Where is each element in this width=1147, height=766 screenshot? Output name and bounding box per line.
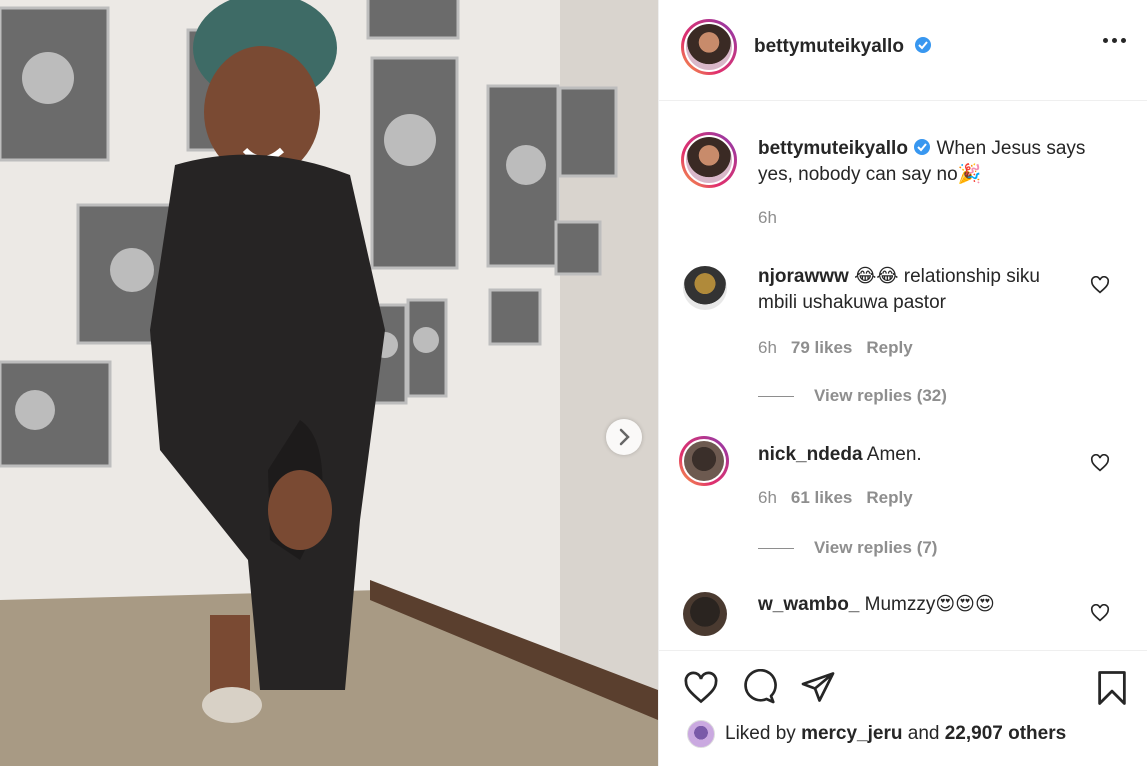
view-replies-button[interactable]: View replies (32) — [758, 386, 947, 406]
comment-body: Mumzzy😍😍😍 — [864, 594, 995, 615]
comment-text: w_wambo_ Mumzzy😍😍😍 — [758, 592, 1058, 618]
caption-avatar[interactable] — [681, 132, 737, 188]
caption-text: bettymuteikyallo When Jesus says yes, no… — [758, 136, 1118, 188]
comment-likes[interactable]: 79 likes — [791, 338, 852, 358]
more-icon — [1103, 38, 1108, 43]
like-comment-button[interactable] — [1090, 275, 1110, 299]
comment-time: 6h — [758, 338, 777, 357]
like-comment-button[interactable] — [1090, 603, 1110, 627]
bookmark-icon — [1098, 671, 1126, 705]
chevron-right-icon — [619, 428, 630, 446]
verified-icon — [914, 139, 931, 155]
liked-by-user[interactable]: mercy_jeru — [801, 723, 902, 744]
heart-icon — [1090, 603, 1110, 622]
view-replies-label: View replies (32) — [814, 386, 947, 405]
photo-illustration — [0, 0, 658, 766]
heart-icon — [1090, 453, 1110, 472]
liked-by-others[interactable]: 22,907 others — [945, 723, 1066, 744]
share-button[interactable] — [800, 669, 836, 710]
divider — [758, 395, 794, 397]
caption-username[interactable]: bettymuteikyallo — [758, 138, 908, 159]
comment-username[interactable]: w_wambo_ — [758, 594, 859, 615]
heart-icon — [684, 671, 718, 704]
heart-icon — [1090, 275, 1110, 294]
divider — [758, 547, 794, 549]
comment-emoji: 😂😂 — [854, 266, 899, 287]
comment-body: Amen. — [866, 444, 922, 465]
comment-avatar[interactable] — [683, 266, 727, 310]
caption-time: 6h — [758, 208, 777, 227]
comments-list: bettymuteikyallo When Jesus says yes, no… — [659, 102, 1147, 650]
liked-by-prefix: Liked by — [725, 723, 796, 744]
comment-meta: 6h 79 likes Reply — [758, 338, 913, 358]
comment-text: nick_ndeda Amen. — [758, 442, 1048, 468]
liked-by-row: Liked by mercy_jeru and 22,907 others — [687, 720, 1066, 748]
post-actions — [659, 650, 1147, 766]
post-sidebar: bettymuteikyallo bettymuteikyallo When J… — [658, 0, 1147, 766]
like-comment-button[interactable] — [1090, 453, 1110, 477]
comment-time: 6h — [758, 488, 777, 507]
comment-meta: 6h 61 likes Reply — [758, 488, 913, 508]
reply-button[interactable]: Reply — [866, 338, 912, 358]
share-icon — [801, 672, 835, 702]
post-header: bettymuteikyallo — [659, 0, 1147, 101]
post-photo — [0, 0, 658, 766]
next-photo-button[interactable] — [606, 419, 642, 455]
verified-icon — [914, 36, 932, 59]
comment-button[interactable] — [741, 668, 777, 710]
comment-icon — [744, 668, 777, 704]
liked-by-avatar[interactable] — [687, 720, 715, 748]
reply-button[interactable]: Reply — [866, 488, 912, 508]
author-avatar[interactable] — [681, 19, 737, 75]
comment-text: njorawww 😂😂 relationship siku mbili usha… — [758, 264, 1048, 316]
view-replies-label: View replies (7) — [814, 538, 938, 557]
save-button[interactable] — [1095, 669, 1129, 712]
caption-emoji: 🎉 — [957, 164, 982, 185]
like-button[interactable] — [683, 671, 719, 710]
liked-by-and: and — [907, 723, 940, 744]
comment-avatar[interactable] — [679, 436, 729, 486]
comment-likes[interactable]: 61 likes — [791, 488, 852, 508]
comment-avatar[interactable] — [683, 592, 727, 636]
author-username[interactable]: bettymuteikyallo — [754, 36, 904, 57]
comment-username[interactable]: njorawww — [758, 266, 849, 287]
comment-username[interactable]: nick_ndeda — [758, 444, 863, 465]
view-replies-button[interactable]: View replies (7) — [758, 538, 937, 558]
author-name-row: bettymuteikyallo — [754, 36, 932, 59]
caption-meta: 6h — [758, 208, 777, 228]
more-options-button[interactable] — [1103, 38, 1126, 43]
